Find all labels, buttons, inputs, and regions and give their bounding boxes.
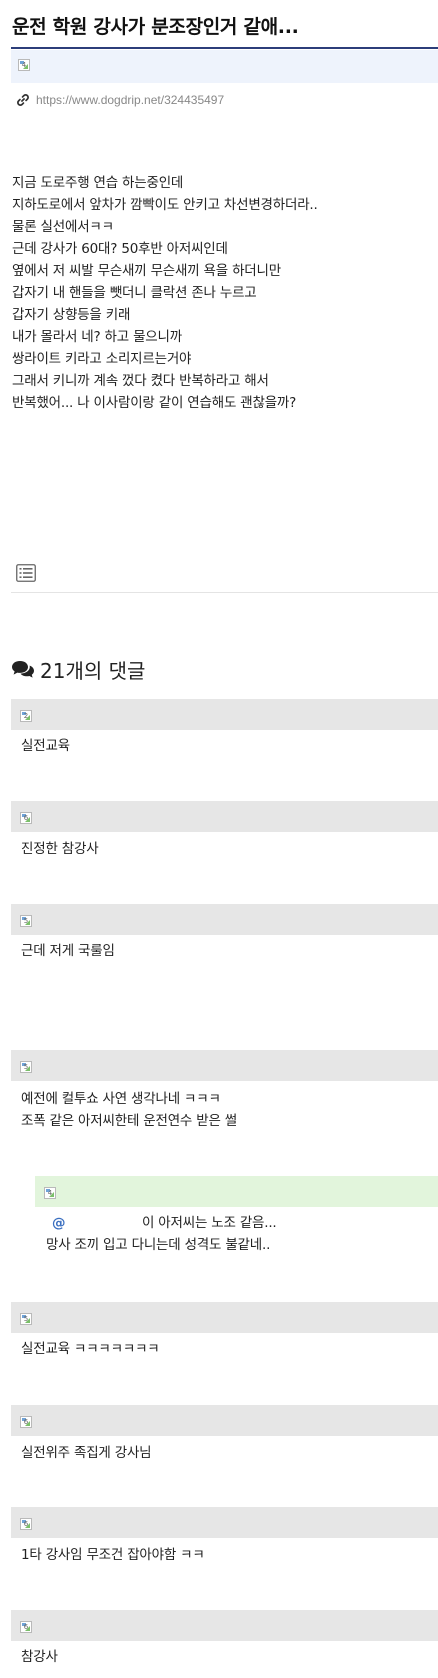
comment-line: 근데 저게 국룰임 bbox=[21, 943, 115, 959]
body-line: 지금 도로주행 연습 하는중인데 bbox=[12, 175, 184, 191]
post-link[interactable]: https://www.dogdrip.net/324435497 bbox=[36, 93, 224, 107]
comment-line: 진정한 참강사 bbox=[21, 841, 99, 857]
body-line: 옆에서 저 씨발 무슨새끼 무슨새끼 욕을 하더니만 bbox=[12, 263, 281, 279]
mention-link[interactable]: @ bbox=[46, 1212, 142, 1234]
post-link-row[interactable]: https://www.dogdrip.net/324435497 bbox=[16, 92, 224, 108]
comment-line: 1타 강사임 무조건 잡아야함 ㅋㅋ bbox=[21, 1547, 205, 1563]
comment-body: 진정한 참강사 bbox=[21, 838, 99, 860]
body-line: 근데 강사가 60대? 50후반 아저씨인데 bbox=[12, 241, 228, 257]
author-bar: 4 bbox=[11, 50, 438, 83]
comment-body: 실전교육 bbox=[21, 735, 70, 757]
post-body: 지금 도로주행 연습 하는중인데 지하도로에서 앞차가 깜빡이도 안키고 차선변… bbox=[12, 172, 432, 414]
comment-line: 실전교육 ㅋㅋㅋㅋㅋㅋㅋ bbox=[21, 1341, 160, 1357]
comment-body: 실전교육 ㅋㅋㅋㅋㅋㅋㅋ bbox=[21, 1338, 160, 1360]
comment-body: 근데 저게 국룰임 bbox=[21, 940, 115, 962]
comment-header: 6 bbox=[11, 1610, 438, 1641]
body-line: 갑자기 상향등을 키래 bbox=[12, 307, 131, 323]
link-icon bbox=[17, 94, 29, 106]
comments-count-title: 21개의 댓글 bbox=[40, 659, 146, 683]
reply-line: 망사 조끼 입고 다니는데 성격도 불같네.. bbox=[46, 1237, 271, 1253]
comment-line: 실전위주 족집게 강사님 bbox=[21, 1445, 152, 1461]
post-title[interactable]: 운전 학원 강사가 분조장인거 같애... bbox=[12, 12, 299, 39]
comment-body: 예전에 컬투쇼 사연 생각나네 ㅋㅋㅋ 조폭 같은 아저씨한테 운전연수 받은 … bbox=[21, 1088, 237, 1132]
comment-line: 예전에 컬투쇼 사연 생각나네 ㅋㅋㅋ bbox=[21, 1091, 221, 1107]
level-badge-icon: 6 bbox=[20, 812, 32, 824]
comments-header: 21개의 댓글 bbox=[11, 655, 145, 684]
comment-body: 1타 강사임 무조건 잡아야함 ㅋㅋ bbox=[21, 1544, 205, 1566]
comment-line: 조폭 같은 아저씨한테 운전연수 받은 썰 bbox=[21, 1113, 237, 1129]
body-line: 갑자기 내 핸들을 뺏더니 클락션 존나 누르고 bbox=[12, 285, 257, 301]
comments-icon bbox=[12, 660, 34, 678]
comment-body: 참강사 bbox=[21, 1646, 58, 1668]
level-badge-icon: 5 bbox=[20, 915, 32, 927]
comment-line: 실전교육 bbox=[21, 738, 70, 754]
list-icon[interactable] bbox=[16, 564, 36, 582]
comment-header: 6 bbox=[11, 801, 438, 832]
level-badge-icon: 5 bbox=[20, 1061, 32, 1073]
body-line: 지하도로에서 앞차가 깜빡이도 안키고 차선변경하더라.. bbox=[12, 197, 318, 213]
reply-header: 4 bbox=[35, 1176, 438, 1207]
post-page: 운전 학원 강사가 분조장인거 같애... 4 https://www.dogd… bbox=[0, 0, 438, 1678]
level-badge-icon: 6 bbox=[20, 1621, 32, 1633]
reply-body: @ 이 아저씨는 노조 같음... 망사 조끼 입고 다니는데 성격도 불같네.. bbox=[46, 1212, 277, 1256]
comment-header: 6 bbox=[11, 1507, 438, 1538]
level-badge-icon: 4 bbox=[44, 1187, 56, 1199]
section-divider bbox=[11, 592, 438, 593]
body-line: 반복했어... 나 이사람이랑 같이 연습해도 괜찮을까? bbox=[12, 395, 297, 411]
reply-line-text: 이 아저씨는 노조 같음... bbox=[142, 1215, 277, 1231]
body-line: 그래서 키니까 계속 껐다 켰다 반복하라고 해서 bbox=[12, 373, 269, 389]
body-line: 물론 실선에서ㅋㅋ bbox=[12, 219, 114, 235]
comment-line: 참강사 bbox=[21, 1649, 58, 1665]
level-badge-icon: 6 bbox=[20, 1518, 32, 1530]
comment-header: 5 bbox=[11, 904, 438, 935]
comment-header: 5 bbox=[11, 1050, 438, 1081]
comment-header: 6 bbox=[11, 1405, 438, 1436]
comment-header: 2 bbox=[11, 699, 438, 730]
comment-header: 5 bbox=[11, 1302, 438, 1333]
author-level-icon: 4 bbox=[18, 59, 30, 71]
title-divider bbox=[11, 47, 438, 49]
reply-line: @ 이 아저씨는 노조 같음... bbox=[46, 1212, 277, 1234]
level-badge-icon: 6 bbox=[20, 1416, 32, 1428]
level-badge-icon: 2 bbox=[20, 710, 32, 722]
body-line: 내가 몰라서 네? 하고 물으니까 bbox=[12, 329, 182, 345]
comment-body: 실전위주 족집게 강사님 bbox=[21, 1442, 152, 1464]
level-badge-icon: 5 bbox=[20, 1313, 32, 1325]
body-line: 쌍라이트 키라고 소리지르는거야 bbox=[12, 351, 192, 367]
